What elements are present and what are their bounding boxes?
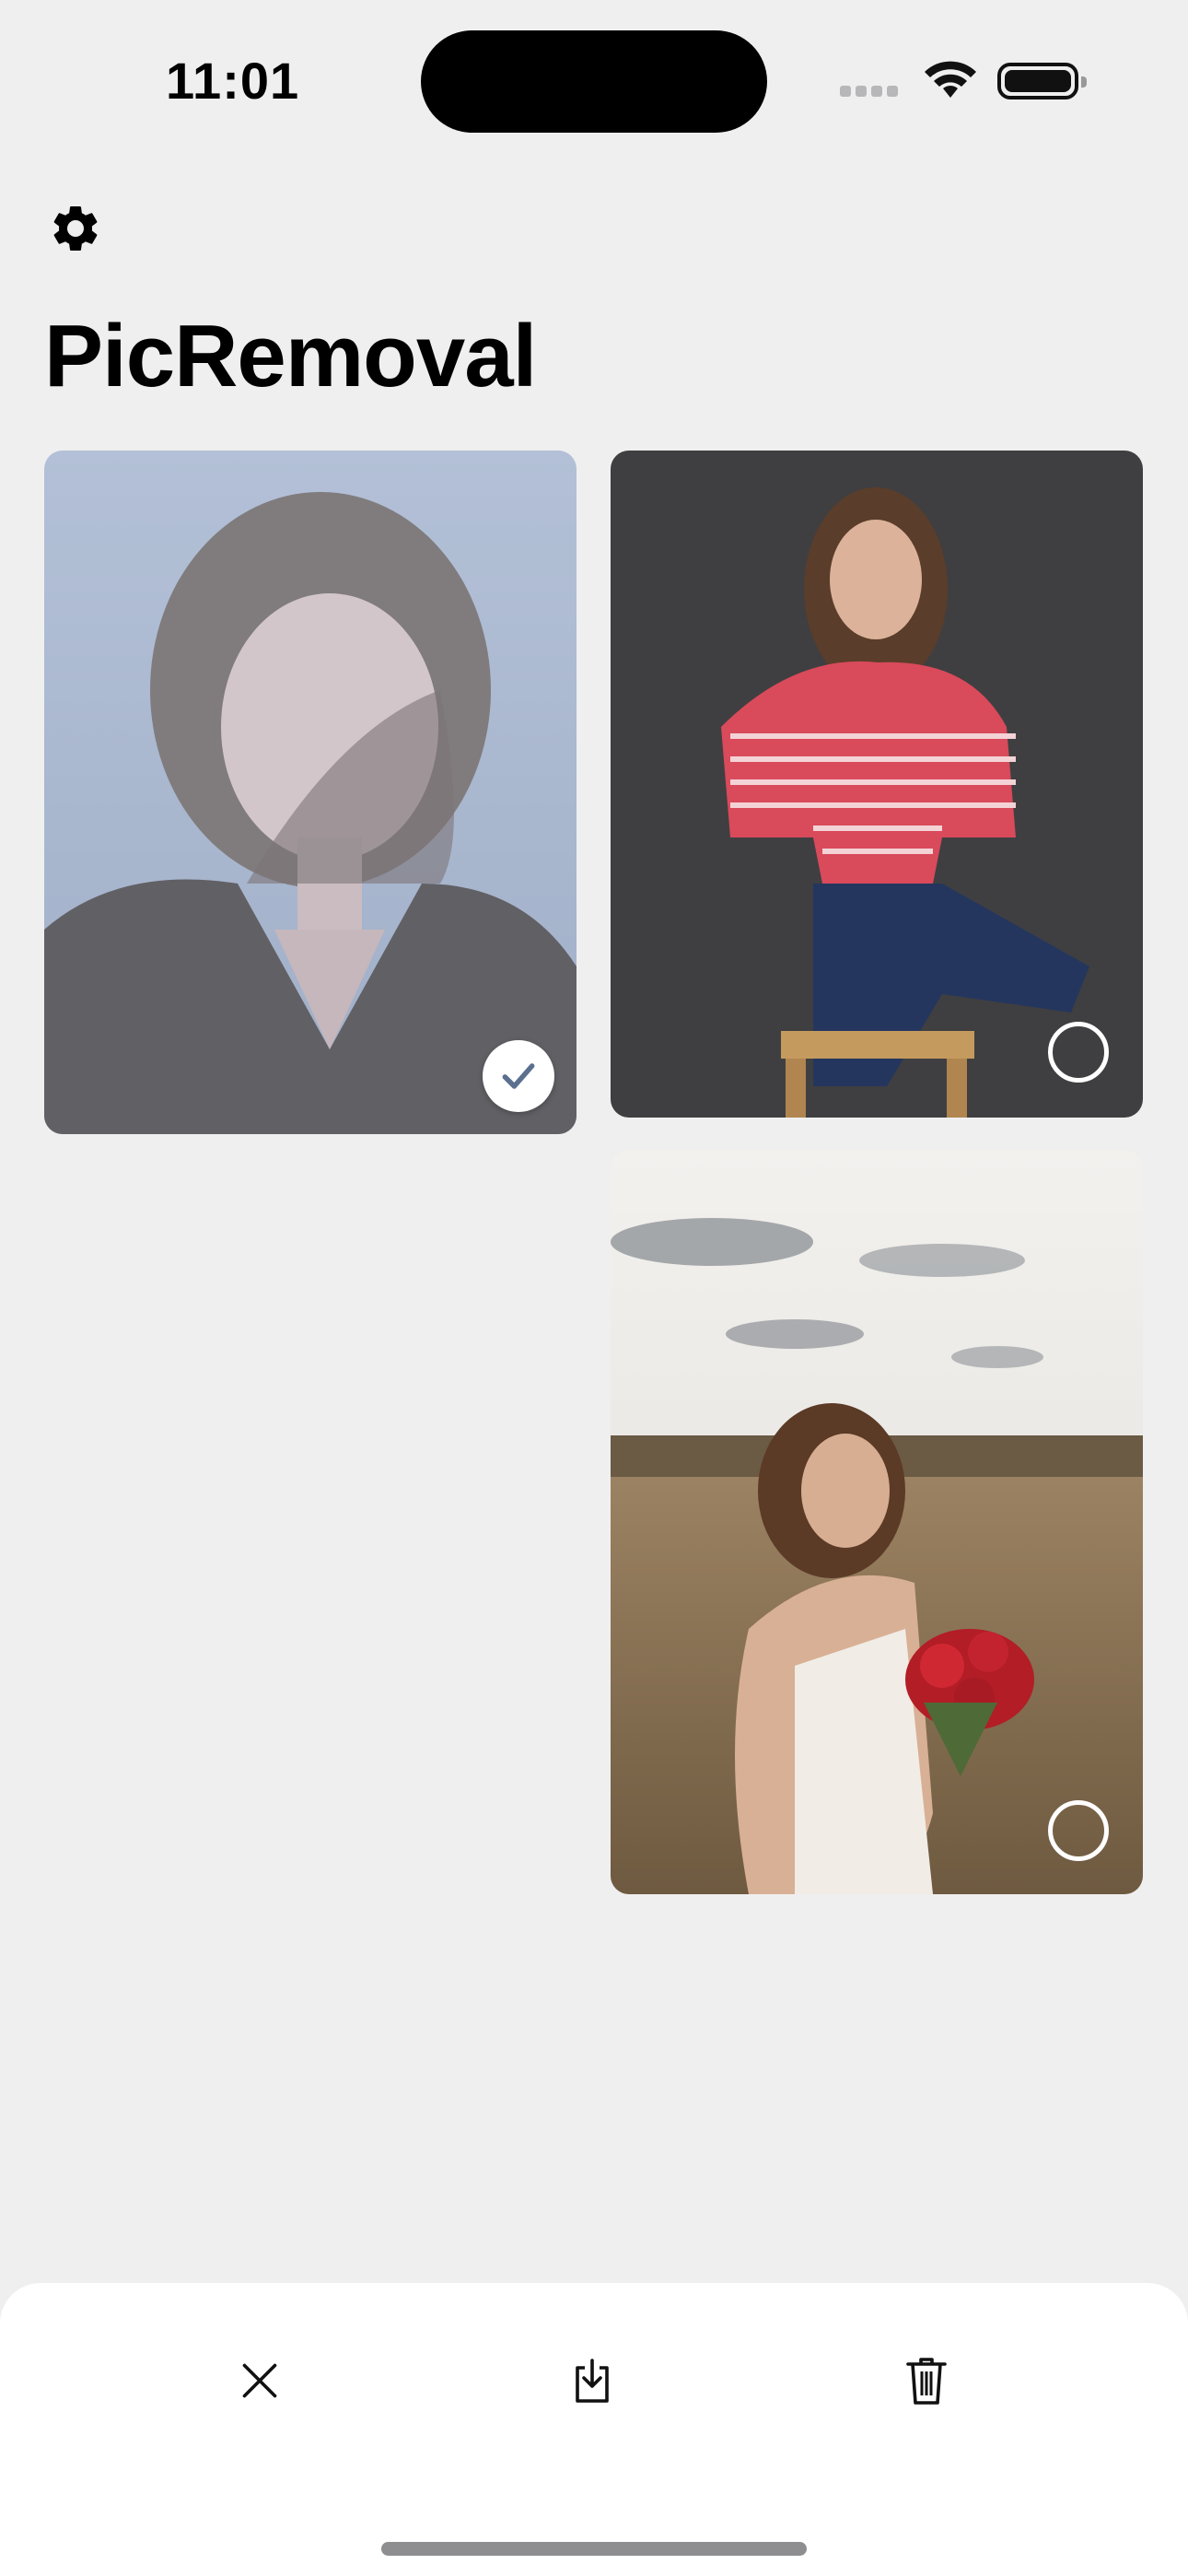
photo-card-2[interactable] [611, 451, 1143, 1118]
selected-check-icon[interactable] [483, 1040, 554, 1112]
status-time: 11:01 [166, 52, 300, 110]
delete-button[interactable] [890, 2344, 963, 2418]
dynamic-island [421, 30, 767, 133]
settings-button[interactable] [48, 201, 103, 256]
battery-icon [997, 63, 1087, 100]
photo-card-3[interactable] [611, 1150, 1143, 1894]
cancel-button[interactable] [223, 2344, 297, 2418]
photo-thumbnail [44, 451, 577, 1134]
bottom-toolbar [0, 2283, 1188, 2576]
save-button[interactable] [555, 2344, 629, 2418]
download-icon [576, 2359, 609, 2403]
unselected-circle-icon[interactable] [1048, 1022, 1109, 1083]
close-icon [242, 2363, 277, 2398]
trash-icon [906, 2358, 947, 2405]
wifi-icon [921, 57, 980, 106]
gear-icon [53, 205, 98, 251]
page-title: PicRemoval [44, 307, 537, 405]
unselected-circle-icon[interactable] [1048, 1800, 1109, 1861]
photo-thumbnail [611, 451, 1143, 1118]
photo-thumbnail [611, 1150, 1143, 1894]
cellular-signal-icon [840, 85, 903, 101]
photo-card-1[interactable] [44, 451, 577, 1134]
home-indicator[interactable] [381, 2542, 807, 2556]
